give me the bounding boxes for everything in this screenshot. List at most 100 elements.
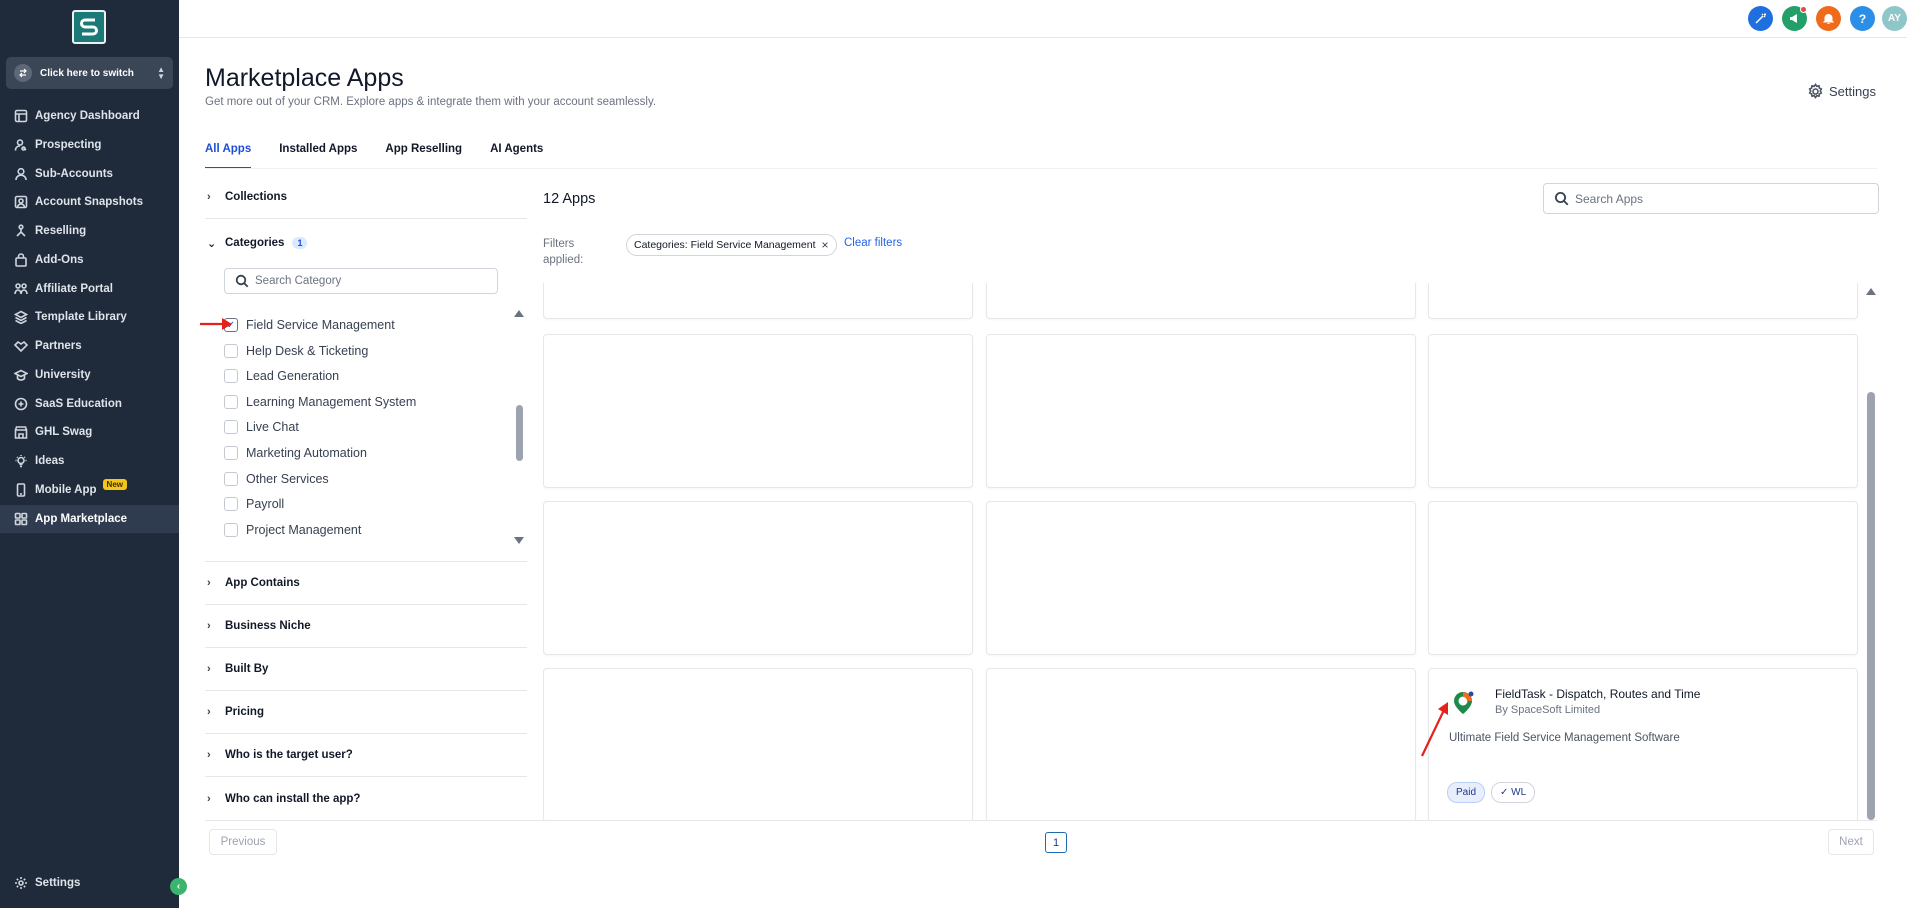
- app-developer: By SpaceSoft Limited: [1495, 704, 1601, 716]
- app-card[interactable]: [1428, 334, 1858, 488]
- app-card[interactable]: [1428, 501, 1858, 655]
- company-logo[interactable]: [72, 10, 106, 44]
- category-label: Help Desk & Ticketing: [246, 344, 369, 358]
- sidebar-collapse-button[interactable]: ‹: [170, 878, 187, 895]
- account-switcher[interactable]: Click here to switch ▲ ▼: [6, 57, 173, 89]
- app-card[interactable]: [1428, 283, 1858, 319]
- category-option[interactable]: Project Management: [224, 521, 361, 539]
- category-search-input[interactable]: [255, 275, 485, 287]
- sidebar-item-app-marketplace[interactable]: App Marketplace: [0, 505, 179, 533]
- sidebar-item-settings[interactable]: Settings: [0, 869, 179, 897]
- sidebar-item-prospecting[interactable]: Prospecting: [0, 131, 179, 159]
- tab-ai-agents[interactable]: AI Agents: [490, 143, 543, 169]
- filter-chip[interactable]: Categories: Field Service Management ×: [626, 234, 837, 256]
- bell-icon: [1822, 14, 1835, 24]
- filter-collections[interactable]: › Collections: [205, 176, 527, 219]
- magic-wand-button[interactable]: [1748, 6, 1773, 31]
- category-option[interactable]: Other Services: [224, 470, 329, 488]
- app-card[interactable]: [543, 283, 973, 319]
- next-page-button[interactable]: Next: [1828, 829, 1874, 855]
- apps-count: 12 Apps: [543, 191, 596, 207]
- grid-scrollbar[interactable]: [1867, 392, 1875, 820]
- sidebar-item-label: Template Library: [35, 311, 127, 323]
- app-card[interactable]: [986, 334, 1416, 488]
- checkbox[interactable]: [224, 472, 238, 486]
- sidebar-item-sub-accounts[interactable]: Sub-Accounts: [0, 160, 179, 188]
- announcements-button[interactable]: [1782, 6, 1807, 31]
- sidebar-item-template-library[interactable]: Template Library: [0, 303, 179, 331]
- sidebar-item-saas-education[interactable]: SaaS Education: [0, 390, 179, 418]
- divider: [205, 820, 1877, 821]
- checkbox[interactable]: [224, 523, 238, 537]
- category-option[interactable]: ✓ Field Service Management: [224, 316, 395, 334]
- category-option[interactable]: Help Desk & Ticketing: [224, 342, 368, 360]
- checkbox[interactable]: [224, 344, 238, 358]
- avatar-initials: AY: [1888, 13, 1901, 24]
- sidebar-item-agency-dashboard[interactable]: Agency Dashboard: [0, 102, 179, 130]
- help-button[interactable]: ?: [1850, 6, 1875, 31]
- clear-filters-link[interactable]: Clear filters: [844, 237, 902, 249]
- tab-all-apps[interactable]: All Apps: [205, 143, 252, 169]
- notifications-button[interactable]: [1816, 6, 1841, 31]
- checkbox[interactable]: [224, 395, 238, 409]
- settings-label: Settings: [1829, 84, 1876, 99]
- filter-business-niche[interactable]: › Business Niche: [205, 605, 527, 648]
- app-card[interactable]: [543, 501, 973, 655]
- apps-search-input[interactable]: [1575, 191, 1875, 206]
- store-icon: [14, 426, 28, 439]
- user-avatar[interactable]: AY: [1882, 6, 1907, 31]
- affiliate-icon: [14, 283, 28, 295]
- megaphone-icon: [1790, 14, 1797, 23]
- gear-icon: [1808, 83, 1823, 99]
- category-option[interactable]: Payroll: [224, 495, 284, 513]
- sidebar-item-partners[interactable]: Partners: [0, 332, 179, 360]
- filter-who-can-install[interactable]: › Who can install the app?: [205, 777, 527, 820]
- checkbox[interactable]: [224, 446, 238, 460]
- app-card[interactable]: [986, 501, 1416, 655]
- category-scroll-down-arrow[interactable]: [514, 537, 524, 544]
- sidebar-item-reselling[interactable]: Reselling: [0, 217, 179, 245]
- close-icon[interactable]: ×: [822, 238, 829, 252]
- filter-app-contains[interactable]: › App Contains: [205, 562, 527, 605]
- checkbox[interactable]: [224, 420, 238, 434]
- checkbox[interactable]: [224, 497, 238, 511]
- category-option[interactable]: Live Chat: [224, 418, 299, 436]
- chevron-right-icon: ›: [207, 191, 211, 203]
- filter-pricing[interactable]: › Pricing: [205, 691, 527, 734]
- category-option[interactable]: Learning Management System: [224, 393, 416, 411]
- sidebar-item-university[interactable]: University: [0, 361, 179, 389]
- apps-search-field[interactable]: [1543, 183, 1879, 214]
- new-badge: New: [102, 478, 127, 490]
- app-card[interactable]: [543, 668, 973, 820]
- switcher-label: Click here to switch: [40, 67, 134, 79]
- category-scroll-up-arrow[interactable]: [514, 310, 524, 317]
- sidebar-item-add-ons[interactable]: Add-Ons: [0, 246, 179, 274]
- category-search-field[interactable]: [224, 268, 498, 294]
- app-card[interactable]: [543, 334, 973, 488]
- app-card[interactable]: [986, 668, 1416, 820]
- category-option[interactable]: Marketing Automation: [224, 444, 367, 462]
- app-card[interactable]: [986, 283, 1416, 319]
- marketplace-settings-button[interactable]: Settings: [1807, 83, 1876, 100]
- filter-built-by[interactable]: › Built By: [205, 648, 527, 691]
- sidebar-item-ideas[interactable]: Ideas: [0, 447, 179, 475]
- mobile-icon: [16, 483, 26, 497]
- filter-target-user[interactable]: › Who is the target user?: [205, 734, 527, 777]
- tab-installed-apps[interactable]: Installed Apps: [279, 143, 357, 169]
- category-option[interactable]: Lead Generation: [224, 367, 339, 385]
- category-scrollbar[interactable]: [516, 405, 523, 461]
- sidebar: Click here to switch ▲ ▼ Agency Dashboard…: [0, 0, 179, 908]
- category-label: Other Services: [246, 472, 329, 486]
- checkbox[interactable]: [224, 369, 238, 383]
- checkbox-checked[interactable]: ✓: [224, 318, 238, 332]
- page-number-1[interactable]: 1: [1045, 832, 1067, 853]
- sidebar-item-ghl-swag[interactable]: GHL Swag: [0, 418, 179, 446]
- sidebar-item-account-snapshots[interactable]: Account Snapshots: [0, 188, 179, 216]
- sidebar-item-affiliate-portal[interactable]: Affiliate Portal: [0, 275, 179, 303]
- app-card-fieldtask[interactable]: FieldTask - Dispatch, Routes and Time By…: [1428, 668, 1858, 820]
- tab-app-reselling[interactable]: App Reselling: [385, 143, 462, 169]
- previous-page-button[interactable]: Previous: [209, 829, 277, 855]
- filter-categories[interactable]: ⌄ Categories 1: [205, 232, 527, 254]
- grid-scroll-up-arrow[interactable]: [1866, 288, 1876, 295]
- sidebar-item-mobile-app[interactable]: Mobile App New: [0, 476, 179, 504]
